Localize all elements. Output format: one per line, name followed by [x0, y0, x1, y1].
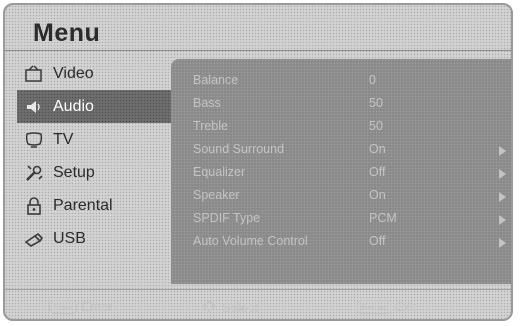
menu-item-label: USB — [53, 229, 86, 247]
menu-item-label: Audio — [53, 97, 94, 115]
footer-divider — [5, 289, 511, 290]
menu-item-label: Video — [53, 64, 94, 82]
usb-icon — [23, 228, 45, 250]
menu-item-video[interactable]: Video — [17, 57, 175, 90]
exit-hint-label: Exit — [394, 299, 417, 314]
setting-label: Sound Surround — [193, 142, 285, 156]
menu-item-label: Setup — [53, 163, 95, 181]
setup-icon — [23, 162, 45, 184]
setting-auto-volume-control[interactable]: Auto Volume Control Off — [193, 232, 506, 252]
setting-speaker[interactable]: Speaker On — [193, 186, 506, 206]
menu-item-tv[interactable]: TV — [17, 123, 175, 156]
enter-key-icon: Enter — [49, 299, 78, 314]
setting-treble[interactable]: Treble 50 — [193, 117, 503, 137]
tv-icon — [23, 129, 45, 151]
setting-label: Balance — [193, 73, 239, 87]
setting-value: PCM — [369, 211, 397, 225]
menu-title: Menu — [33, 19, 101, 47]
chevron-right-icon — [499, 169, 506, 179]
main-menu: Video Audio TV Setup Parental USB — [17, 57, 187, 255]
setting-label: Auto Volume Control — [193, 234, 308, 248]
menu-item-audio[interactable]: Audio — [17, 90, 187, 123]
lock-icon — [23, 195, 45, 217]
audio-icon — [23, 96, 45, 118]
select-hint-label: Select — [222, 300, 259, 315]
setting-label: Bass — [193, 96, 221, 110]
setting-label: SPDIF Type — [193, 211, 261, 225]
chevron-right-icon — [499, 192, 506, 202]
menu-item-parental[interactable]: Parental — [17, 189, 175, 222]
tv-menu-screen: Menu Video Audio TV Setup Parental USB B… — [3, 3, 513, 321]
setting-balance[interactable]: Balance 0 — [193, 71, 503, 91]
menu-item-setup[interactable]: Setup — [17, 156, 175, 189]
chevron-right-icon — [499, 146, 506, 156]
chevron-right-icon — [499, 215, 506, 225]
select-hint: Select — [201, 299, 258, 316]
setting-label: Speaker — [193, 188, 240, 202]
setting-bass[interactable]: Bass 50 — [193, 94, 503, 114]
setting-label: Treble — [193, 119, 228, 133]
setting-value: On — [369, 188, 386, 202]
setting-equalizer[interactable]: Equalizer Off — [193, 163, 506, 183]
setting-label: Equalizer — [193, 165, 246, 179]
setting-value: On — [369, 142, 386, 156]
video-icon — [23, 63, 45, 85]
setting-value: 50 — [369, 96, 383, 110]
menu-item-label: TV — [53, 130, 74, 148]
setting-value: Off — [369, 165, 386, 179]
menu-item-usb[interactable]: USB — [17, 222, 175, 255]
setting-spdif-type[interactable]: SPDIF Type PCM — [193, 209, 506, 229]
key-hint-bar: Enter Enter Select Return Exit — [5, 289, 511, 319]
setting-value: 0 — [369, 73, 376, 87]
enter-hint: Enter Enter — [49, 299, 112, 314]
setting-sound-surround[interactable]: Sound Surround On — [193, 140, 506, 160]
setting-value: Off — [369, 234, 386, 248]
setting-value: 50 — [369, 119, 383, 133]
chevron-right-icon — [499, 238, 506, 248]
menu-item-label: Parental — [53, 196, 113, 214]
enter-hint-label: Enter — [81, 299, 113, 314]
navigation-arrows-icon — [201, 299, 217, 316]
title-divider — [5, 50, 511, 51]
exit-hint: Return Exit — [357, 299, 416, 314]
return-key-icon: Return — [357, 299, 391, 314]
audio-settings-panel: Balance 0 Bass 50 Treble 50 Sound Surrou… — [171, 59, 511, 284]
